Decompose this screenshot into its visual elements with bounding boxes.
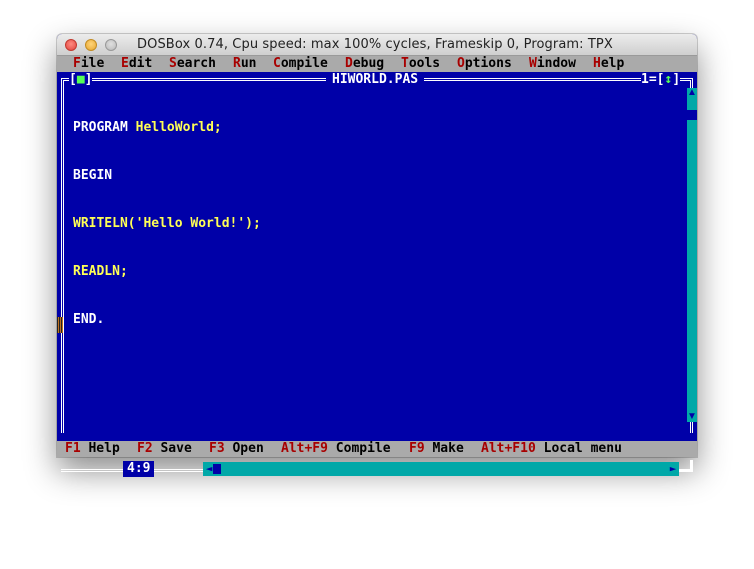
title-bar[interactable]: DOSBox 0.74, Cpu speed: max 100% cycles,… bbox=[57, 34, 697, 56]
scroll-down-icon[interactable]: ▼ bbox=[687, 412, 697, 422]
vertical-scroll-thumb[interactable] bbox=[687, 110, 697, 120]
menu-help[interactable]: Help bbox=[593, 56, 624, 72]
menu-compile[interactable]: Compile bbox=[273, 56, 328, 72]
code-line[interactable]: WRITELN('Hello World!'); bbox=[73, 216, 261, 232]
menu-window[interactable]: Window bbox=[529, 56, 576, 72]
cursor-position: 4:9 bbox=[123, 461, 155, 477]
zoom-window-button[interactable] bbox=[105, 39, 117, 51]
menu-tools[interactable]: Tools bbox=[401, 56, 440, 72]
code-line[interactable]: READLN; bbox=[73, 264, 261, 280]
status-compile[interactable]: Alt+F9 Compile bbox=[281, 441, 391, 457]
close-box-icon: ■ bbox=[76, 72, 85, 87]
status-make[interactable]: F9 Make bbox=[409, 441, 464, 457]
code-line[interactable]: BEGIN bbox=[73, 168, 261, 184]
code-line[interactable]: END. bbox=[73, 312, 261, 328]
scroll-up-icon[interactable]: ▲ bbox=[687, 88, 697, 98]
horizontal-scrollbar[interactable]: ◄ ► bbox=[203, 462, 679, 476]
editor-window-number[interactable]: 1=[↕] bbox=[641, 72, 681, 88]
resize-corner[interactable] bbox=[679, 460, 693, 472]
status-help[interactable]: F1 Help bbox=[65, 441, 120, 457]
menu-run[interactable]: Run bbox=[233, 56, 256, 72]
menu-search[interactable]: Search bbox=[169, 56, 216, 72]
dosbox-window: DOSBox 0.74, Cpu speed: max 100% cycles,… bbox=[57, 34, 697, 477]
editor-window: [■] HIWORLD.PAS 1=[↕] PROGRAM HelloWorld… bbox=[57, 72, 697, 477]
menu-options[interactable]: Options bbox=[457, 56, 512, 72]
status-local-menu[interactable]: Alt+F10 Local menu bbox=[481, 441, 622, 457]
menu-bar: File Edit Search Run Compile Debug Tools… bbox=[57, 56, 697, 72]
status-open[interactable]: F3 Open bbox=[209, 441, 264, 457]
status-save[interactable]: F2 Save bbox=[137, 441, 192, 457]
editor-file-title: HIWORLD.PAS bbox=[326, 72, 425, 88]
window-edge-marker bbox=[57, 317, 63, 333]
scroll-right-icon[interactable]: ► bbox=[667, 462, 679, 476]
editor-close-box[interactable]: [■] bbox=[69, 72, 93, 88]
menu-edit[interactable]: Edit bbox=[121, 56, 152, 72]
window-title: DOSBox 0.74, Cpu speed: max 100% cycles,… bbox=[137, 37, 613, 52]
menu-debug[interactable]: Debug bbox=[345, 56, 384, 72]
status-bar: F1 Help F2 Save F3 Open Alt+F9 Compile F… bbox=[57, 441, 697, 457]
close-window-button[interactable] bbox=[65, 39, 77, 51]
menu-file[interactable]: File bbox=[73, 56, 104, 72]
horizontal-scroll-thumb[interactable] bbox=[213, 464, 221, 474]
minimize-window-button[interactable] bbox=[85, 39, 97, 51]
vertical-scrollbar[interactable]: ▲ ▼ bbox=[687, 88, 697, 422]
code-line[interactable]: PROGRAM HelloWorld; bbox=[73, 120, 261, 136]
code-area[interactable]: PROGRAM HelloWorld; BEGIN WRITELN('Hello… bbox=[73, 88, 261, 360]
